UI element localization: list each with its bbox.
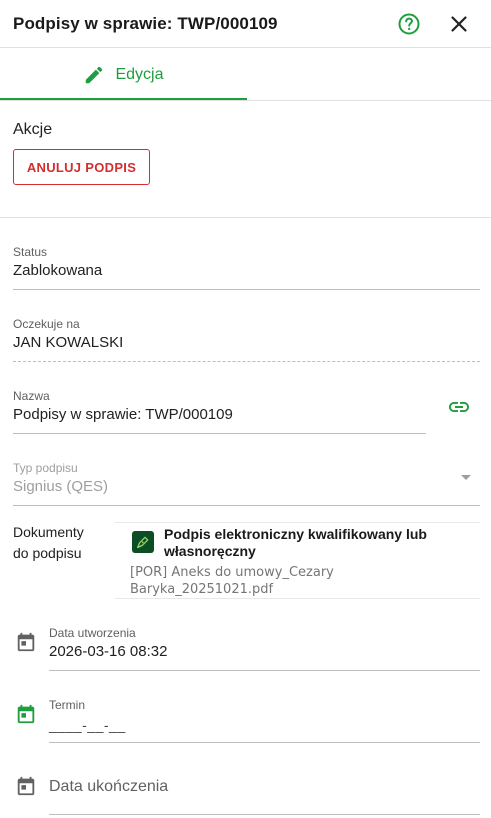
document-item[interactable]: Podpis elektroniczny kwalifikowany lub w… [115,522,480,599]
documents-label-line2: do podpisu [13,545,82,561]
created-date-underline [49,670,480,671]
link-icon[interactable] [447,395,471,419]
created-date-label: Data utworzenia [49,626,136,640]
completed-date-placeholder: Data ukończenia [49,778,169,795]
active-tab-indicator [0,98,247,100]
awaiting-field: Oczekuje na JAN KOWALSKI [13,317,480,362]
awaiting-label: Oczekuje na [13,317,80,331]
created-date-field: Data utworzenia 2026-03-16 08:32 [49,626,480,671]
status-label: Status [13,245,48,259]
tab-edit[interactable]: Edycja [0,49,247,100]
signature-type-value: Signius (QES) [13,478,109,495]
close-button[interactable] [447,12,471,36]
tab-bar: Edycja [0,49,491,101]
cancel-signature-button[interactable]: ANULUJ PODPIS [13,149,150,185]
signature-type-underline [13,505,480,506]
awaiting-value: JAN KOWALSKI [13,334,124,351]
dropdown-arrow-icon [461,475,471,480]
signature-type-field: Typ podpisu Signius (QES) [13,461,480,506]
signature-pen-icon [132,531,154,553]
calendar-icon [15,631,37,653]
help-button[interactable] [397,12,421,36]
deadline-date-label: Termin [49,698,86,712]
help-icon [398,13,420,35]
deadline-date-mask[interactable]: ____-__-__ [49,717,480,733]
name-underline [13,433,426,434]
deadline-date-row: Termin ____-__-__ [0,698,491,744]
name-field[interactable]: Nazwa Podpisy w sprawie: TWP/000109 [13,389,426,434]
calendar-icon[interactable] [15,703,37,725]
awaiting-underline [13,361,480,362]
status-field: Status Zablokowana [13,245,480,290]
status-value: Zablokowana [13,262,103,279]
pencil-icon [83,64,105,86]
tab-edit-label: Edycja [115,65,164,83]
document-title: Podpis elektroniczny kwalifikowany lub w… [164,526,427,559]
completed-date-row: Data ukończenia [0,770,491,816]
created-date-row: Data utworzenia 2026-03-16 08:32 [0,626,491,672]
document-filename: [POR] Aneks do umowy_Cezary Baryka_20251… [130,565,334,597]
documents-label-line1: Dokumenty [13,524,84,540]
deadline-date-underline [49,742,480,743]
close-icon [451,16,467,32]
status-underline [13,289,480,290]
name-label: Nazwa [13,389,50,403]
signature-type-label: Typ podpisu [13,461,78,475]
deadline-date-input[interactable]: Termin ____-__-__ [49,698,480,743]
section-divider [0,217,491,218]
dialog-header: Podpisy w sprawie: TWP/000109 [0,0,491,48]
created-date-value: 2026-03-16 08:32 [49,643,168,660]
actions-heading: Akcje [13,121,53,138]
dialog-title: Podpisy w sprawie: TWP/000109 [13,14,278,33]
name-value[interactable]: Podpisy w sprawie: TWP/000109 [13,406,426,423]
calendar-icon [15,775,37,797]
documents-label: Dokumenty do podpisu [13,522,103,564]
completed-date-underline [49,814,480,815]
completed-date-field: Data ukończenia [49,778,480,815]
